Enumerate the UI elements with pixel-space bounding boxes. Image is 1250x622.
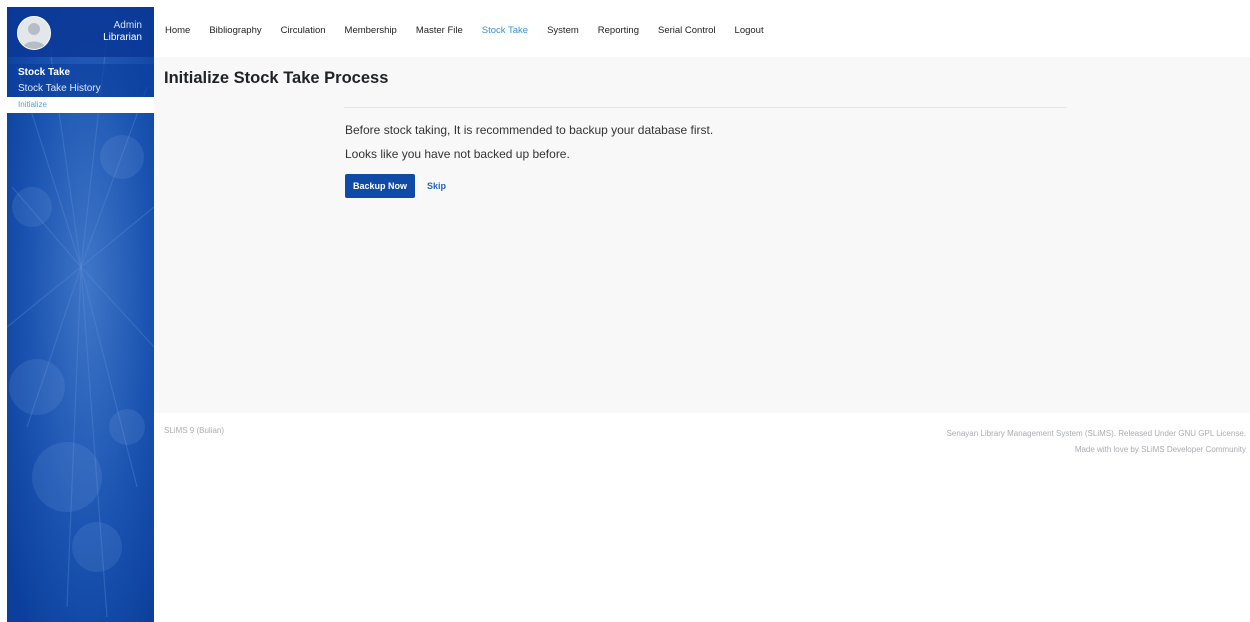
sidebar: Admin Librarian Stock Take Stock Take Hi…	[7, 7, 154, 622]
page-title: Initialize Stock Take Process	[164, 69, 389, 87]
nav-item-membership[interactable]: Membership	[345, 25, 397, 36]
nav-item-logout[interactable]: Logout	[735, 25, 764, 36]
footer-credits: Senayan Library Management System (SLiMS…	[947, 426, 1246, 458]
nav-item-serial-control[interactable]: Serial Control	[658, 25, 716, 36]
main-content: Initialize Stock Take Process Before sto…	[154, 57, 1250, 413]
user-name: Admin	[113, 20, 142, 31]
user-role: Librarian	[103, 32, 142, 43]
user-profile[interactable]: Admin Librarian	[7, 7, 154, 57]
nav-item-bibliography[interactable]: Bibliography	[209, 25, 261, 36]
footer-license-text: Senayan Library Management System (SLiMS…	[946, 429, 1246, 438]
footer-version: SLiMS 9 (Bulian)	[164, 426, 225, 435]
sidebar-item-stock-take-history[interactable]: Stock Take History	[7, 80, 154, 97]
app-page: Admin Librarian Stock Take Stock Take Hi…	[0, 0, 1250, 622]
backup-now-button[interactable]: Backup Now	[345, 174, 415, 198]
top-navigation: Home Bibliography Circulation Membership…	[154, 7, 1250, 57]
backup-status-text: Looks like you have not backed up before…	[345, 147, 570, 161]
nav-item-stock-take[interactable]: Stock Take	[482, 25, 528, 36]
nav-item-master-file[interactable]: Master File	[416, 25, 463, 36]
backup-recommendation-text: Before stock taking, It is recommended t…	[345, 123, 714, 137]
footer: SLiMS 9 (Bulian) Senayan Library Managem…	[154, 413, 1250, 622]
skip-link[interactable]: Skip	[427, 181, 446, 191]
submenu-heading: Stock Take	[18, 67, 71, 78]
user-name-block: Admin Librarian	[103, 20, 142, 44]
nav-item-circulation[interactable]: Circulation	[281, 25, 326, 36]
nav-menu: Home Bibliography Circulation Membership…	[165, 25, 783, 36]
footer-community-text: Made with love by SLiMS Developer Commun…	[1074, 445, 1246, 454]
nav-item-system[interactable]: System	[547, 25, 579, 36]
nav-item-reporting[interactable]: Reporting	[598, 25, 639, 36]
content-divider	[344, 107, 1067, 108]
sidebar-submenu: Stock Take Stock Take History Initialize	[7, 64, 154, 113]
nav-item-home[interactable]: Home	[165, 25, 190, 36]
sidebar-item-initialize[interactable]: Initialize	[7, 97, 154, 113]
user-avatar-icon	[17, 16, 51, 50]
